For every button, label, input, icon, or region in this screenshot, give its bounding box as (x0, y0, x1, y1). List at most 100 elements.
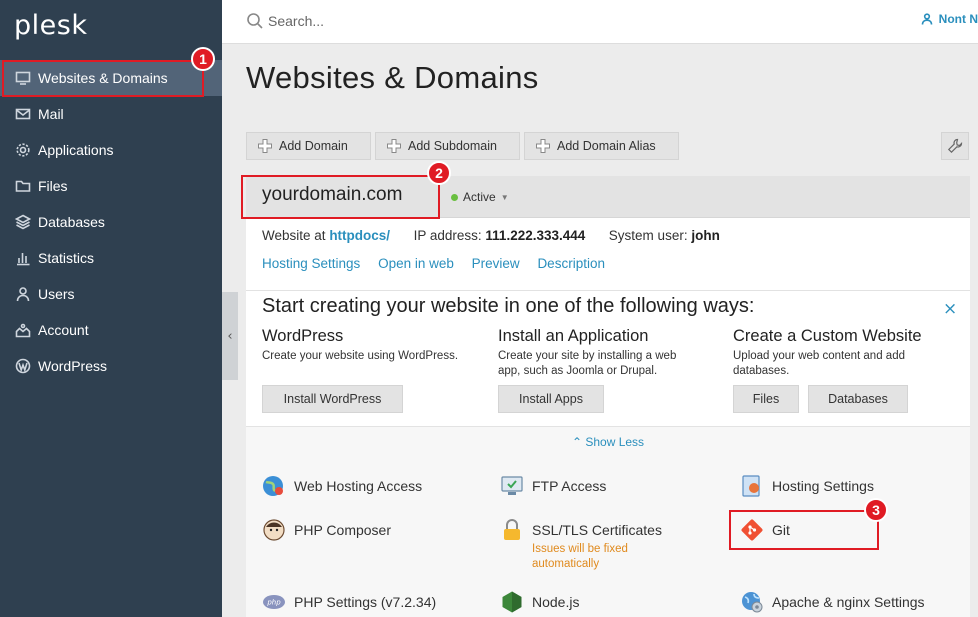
globe-user-icon (263, 476, 283, 496)
sidebar-item-account[interactable]: Account (0, 312, 222, 348)
top-header: Nont N (222, 0, 978, 44)
sidebar-item-wordpress[interactable]: WordPress (0, 348, 222, 384)
domain-links: Hosting Settings Open in web Preview Des… (262, 256, 619, 271)
application-option-desc: Create your site by installing a web app… (498, 350, 677, 377)
hosting-settings-label: Hosting Settings (772, 478, 874, 494)
folder-icon (14, 177, 32, 195)
php-composer-tool[interactable]: PHP Composer (262, 518, 391, 542)
domain-status-dropdown[interactable]: Active ▼ (451, 190, 509, 204)
php-settings-label: PHP Settings (v7.2.34) (294, 594, 437, 610)
databases-button[interactable]: Databases (808, 385, 908, 413)
ftp-access-tool[interactable]: FTP Access (500, 474, 606, 498)
sidebar-item-files[interactable]: Files (0, 168, 222, 204)
sidebar-item-label: Applications (38, 142, 114, 158)
annotation-number-3: 3 (864, 498, 888, 522)
annotation-box-2 (241, 175, 440, 219)
user-icon (14, 285, 32, 303)
application-option-title: Install an Application (498, 327, 649, 345)
ftp-monitor-icon (501, 476, 523, 495)
chevron-down-icon: ▼ (500, 192, 509, 202)
preview-link[interactable]: Preview (472, 256, 520, 271)
close-icon[interactable]: × (943, 299, 957, 319)
web-hosting-access-tool[interactable]: Web Hosting Access (262, 474, 422, 498)
nodejs-icon (502, 591, 522, 613)
start-creating-panel: Start creating your website in one of th… (246, 290, 970, 426)
add-subdomain-label: Add Subdomain (408, 139, 497, 153)
nodejs-tool[interactable]: Node.js (500, 590, 579, 614)
add-domain-alias-label: Add Domain Alias (557, 139, 656, 153)
nodejs-label: Node.js (532, 594, 580, 610)
hosting-settings-link[interactable]: Hosting Settings (262, 256, 360, 271)
lock-icon (504, 519, 520, 540)
sidebar-item-label: Files (38, 178, 68, 194)
user-menu[interactable]: Nont N (921, 12, 978, 26)
sidebar-item-databases[interactable]: Databases (0, 204, 222, 240)
annotation-number-2: 2 (427, 161, 451, 185)
page-title: Websites & Domains (246, 60, 539, 95)
sidebar-item-label: Statistics (38, 250, 95, 266)
status-label: Active (463, 190, 496, 204)
files-button[interactable]: Files (733, 385, 799, 413)
plus-icon (387, 139, 401, 153)
search-icon (247, 13, 263, 29)
website-at-link[interactable]: httpdocs/ (329, 228, 390, 243)
start-title: Start creating your website in one of th… (262, 295, 755, 317)
wordpress-option-title: WordPress (262, 327, 344, 345)
user-name: Nont N (938, 12, 978, 26)
ftp-access-label: FTP Access (532, 478, 607, 494)
custom-website-option-title: Create a Custom Website (733, 327, 922, 345)
add-subdomain-button[interactable]: Add Subdomain (375, 132, 520, 160)
plus-icon (536, 139, 550, 153)
sidebar-item-applications[interactable]: Applications (0, 132, 222, 168)
install-apps-button[interactable]: Install Apps (498, 385, 604, 413)
php-settings-tool[interactable]: php PHP Settings (v7.2.34) (262, 590, 436, 614)
add-domain-label: Add Domain (279, 139, 348, 153)
plus-icon (258, 139, 272, 153)
web-hosting-access-label: Web Hosting Access (294, 478, 423, 494)
apache-nginx-tool[interactable]: Apache & nginx Settings (740, 590, 925, 614)
sidebar-item-mail[interactable]: Mail (0, 96, 222, 132)
account-icon (14, 321, 32, 339)
add-domain-button[interactable]: Add Domain (246, 132, 371, 160)
annotation-box-1 (2, 60, 204, 97)
sidebar-item-label: Account (38, 322, 89, 338)
description-link[interactable]: Description (537, 256, 605, 271)
domain-body: Website at httpdocs/ IP address: 111.222… (246, 218, 970, 617)
wordpress-option: WordPress Create your website using Word… (262, 327, 492, 364)
ssl-warning-text: Issues will be fixed automatically (532, 543, 628, 570)
sidebar-item-label: Users (38, 286, 75, 302)
sidebar-nav: Websites & Domains Mail Applications Fil… (0, 60, 222, 384)
php-composer-label: PHP Composer (294, 522, 392, 538)
ssl-tls-tool[interactable]: SSL/TLS Certificates Issues will be fixe… (500, 518, 662, 572)
status-dot-icon (451, 193, 458, 201)
apache-nginx-icon (742, 592, 763, 613)
system-user-label: System user: (608, 228, 688, 243)
bar-chart-icon (14, 249, 32, 267)
plesk-logo[interactable]: plesk (14, 10, 87, 41)
install-wordpress-button[interactable]: Install WordPress (262, 385, 403, 413)
sidebar-item-users[interactable]: Users (0, 276, 222, 312)
custom-website-option-desc: Upload your web content and add database… (733, 350, 905, 377)
sidebar-item-statistics[interactable]: Statistics (0, 240, 222, 276)
website-at-label: Website at (262, 228, 326, 243)
sidebar-collapse-button[interactable]: ‹ (222, 292, 238, 380)
annotation-number-1: 1 (191, 47, 215, 71)
open-in-web-link[interactable]: Open in web (378, 256, 454, 271)
sidebar-item-label: WordPress (38, 358, 107, 374)
search-input[interactable] (268, 10, 568, 32)
settings-wrench-button[interactable] (941, 132, 969, 160)
hosting-settings-tool[interactable]: Hosting Settings (740, 474, 874, 498)
gear-icon (14, 141, 32, 159)
wordpress-option-desc: Create your website using WordPress. (262, 350, 459, 362)
php-icon: php (263, 595, 285, 609)
wordpress-icon (14, 357, 32, 375)
ssl-tls-label: SSL/TLS Certificates (532, 522, 662, 538)
apache-nginx-label: Apache & nginx Settings (772, 594, 925, 610)
svg-text:php: php (266, 599, 281, 607)
add-domain-alias-button[interactable]: Add Domain Alias (524, 132, 679, 160)
show-less-link[interactable]: ⌃ Show Less (246, 435, 970, 449)
custom-website-option: Create a Custom Website Upload your web … (733, 327, 963, 379)
show-less-label: Show Less (585, 435, 645, 449)
composer-icon (263, 519, 285, 541)
ip-value: 111.222.333.444 (485, 228, 586, 243)
